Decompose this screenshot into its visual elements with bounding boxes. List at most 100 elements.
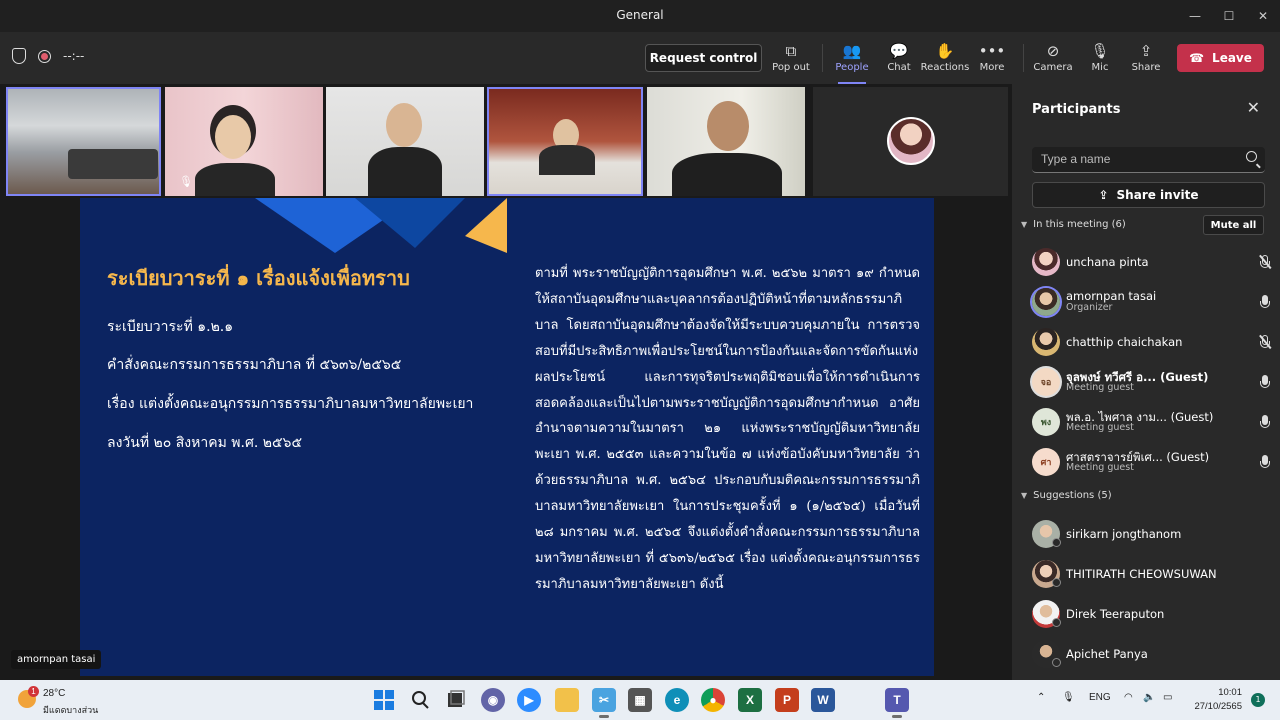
shared-slide: ระเบียบวาระที่ ๑ เรื่องแจ้งเพื่อทราบ ระเ… [80, 198, 934, 676]
start-icon[interactable] [372, 688, 396, 712]
volume-icon[interactable]: 🔈 [1143, 692, 1155, 703]
participants-panel: Participants ✕ ⇪ Share invite ▼ In this … [1011, 84, 1280, 680]
slide-title: ระเบียบวาระที่ ๑ เรื่องแจ้งเพื่อทราบ [107, 266, 410, 290]
suggestions-header[interactable]: ▼ Suggestions (5) [1021, 490, 1112, 501]
avatar-initials: จอ [1032, 368, 1060, 396]
video-tile-conference-room[interactable] [6, 87, 161, 196]
task-view-icon[interactable] [444, 688, 468, 712]
suggestion-row[interactable]: Direk Teeraputon [1032, 598, 1272, 630]
avatar [1032, 248, 1060, 276]
participant-role: Organizer [1066, 302, 1113, 313]
chat-app-icon[interactable]: ◉ [481, 688, 505, 712]
in-meeting-header[interactable]: ▼ In this meeting (6) [1021, 219, 1126, 230]
chat-icon: 💬 [889, 42, 909, 60]
meeting-toolbar: --:-- Request control ⧉ Pop out 👥 People… [0, 32, 1280, 84]
video-tile-participant[interactable]: 🎙 [165, 87, 323, 196]
window-controls: — ☐ ✕ [1178, 0, 1280, 32]
system-clock[interactable]: 10:01 27/10/2565 [1190, 686, 1242, 714]
mic-off-icon [1258, 334, 1272, 351]
leave-button[interactable]: ☎ Leave [1177, 44, 1264, 72]
edge-icon[interactable]: e [665, 688, 689, 712]
search-icon[interactable] [408, 688, 432, 712]
participant-role: Meeting guest [1066, 462, 1134, 473]
zoom-icon[interactable]: ▶ [517, 688, 541, 712]
mic-tray-icon[interactable]: 🎙 [1062, 692, 1075, 703]
presence-icon [1052, 538, 1061, 547]
participant-face [215, 115, 251, 159]
video-tile-avatar[interactable] [813, 87, 1008, 196]
word-icon[interactable]: W [811, 688, 835, 712]
suggestion-row[interactable]: THITIRATH CHEOWSUWAN [1032, 558, 1272, 590]
maximize-icon[interactable]: ☐ [1212, 0, 1246, 32]
suggestion-name: Apichet Panya [1066, 647, 1148, 661]
video-tile-participant[interactable] [647, 87, 805, 196]
mic-icon [1258, 295, 1272, 311]
slide-line: คำสั่งคณะกรรมการธรรมาภิบาล ที่ ๕๖๓๖/๒๕๖๕ [107, 357, 402, 373]
more-button[interactable]: ••• More [965, 40, 1019, 80]
participant-name: chatthip chaichakan [1066, 335, 1183, 349]
notification-badge[interactable]: 1 [1251, 693, 1265, 707]
slide-decoration [255, 198, 507, 253]
avatar-initials: ศา [1032, 448, 1060, 476]
popout-button[interactable]: ⧉ Pop out [764, 40, 818, 80]
avatar-initials: พง [1032, 408, 1060, 436]
wifi-icon[interactable]: ◠ [1124, 692, 1133, 703]
toolbar-divider [1023, 44, 1024, 72]
participant-row[interactable]: ศา ศาสตราจารย์พิเศ... (Guest) Meeting gu… [1032, 446, 1272, 478]
participant-body [368, 147, 442, 196]
popout-icon: ⧉ [785, 42, 797, 60]
camera-off-icon: ⊘ [1046, 42, 1060, 60]
search-icon[interactable] [1246, 151, 1257, 162]
file-explorer-icon[interactable] [555, 688, 579, 712]
suggestion-name: sirikarn jongthanom [1066, 527, 1182, 541]
mic-icon [1258, 455, 1272, 471]
avatar [1032, 328, 1060, 356]
excel-icon[interactable]: X [738, 688, 762, 712]
close-window-icon[interactable]: ✕ [1246, 0, 1280, 32]
share-button[interactable]: ⇪ Share [1119, 40, 1173, 80]
video-tile-participant[interactable] [326, 87, 484, 196]
slide-line: เรื่อง แต่งตั้งคณะอนุกรรมการธรรมาภิบาลมห… [107, 396, 474, 412]
suggestion-row[interactable]: Apichet Panya [1032, 638, 1272, 670]
participant-row[interactable]: unchana pinta [1032, 246, 1272, 278]
minimize-icon[interactable]: — [1178, 0, 1212, 32]
weather-badge: 1 [28, 686, 39, 697]
teams-icon[interactable]: T [885, 688, 909, 718]
reactions-button[interactable]: ✋ Reactions [918, 40, 972, 80]
mic-icon [1258, 375, 1272, 391]
snipping-tool-icon[interactable]: ✂ [592, 688, 616, 718]
title-bar: General — ☐ ✕ [0, 0, 1280, 32]
chevron-up-icon[interactable]: ⌃ [1037, 692, 1045, 703]
close-icon[interactable]: ✕ [1247, 98, 1260, 117]
participant-role: Meeting guest [1066, 422, 1134, 433]
slide-line: ระเบียบวาระที่ ๑.๒.๑ [107, 319, 234, 335]
participant-row[interactable]: amornpan tasai Organizer [1032, 286, 1272, 318]
mic-off-icon [1258, 254, 1272, 271]
powerpoint-icon[interactable]: P [775, 688, 799, 712]
participant-row[interactable]: chatthip chaichakan [1032, 326, 1272, 358]
language-indicator[interactable]: ENG [1089, 692, 1111, 703]
slide-shape [465, 198, 507, 253]
share-invite-button[interactable]: ⇪ Share invite [1032, 182, 1265, 208]
battery-icon[interactable]: ▭ [1163, 692, 1172, 703]
mute-all-button[interactable]: Mute all [1203, 215, 1264, 235]
video-tile-participant[interactable] [487, 87, 643, 196]
chrome-icon[interactable]: ● [701, 688, 725, 712]
mic-icon [1258, 415, 1272, 431]
suggestion-name: THITIRATH CHEOWSUWAN [1066, 567, 1217, 581]
camera-button[interactable]: ⊘ Camera [1026, 40, 1080, 80]
participant-row[interactable]: พง พล.อ. ไพศาล งาม... (Guest) Meeting gu… [1032, 406, 1272, 438]
people-button[interactable]: 👥 People [825, 40, 879, 84]
participant-search[interactable] [1032, 147, 1265, 173]
participant-row[interactable]: จอ จุลพงษ์ ทวีศรี อ... (Guest) Meeting g… [1032, 366, 1272, 398]
request-control-button[interactable]: Request control [645, 44, 762, 72]
slide-line: ลงวันที่ ๒๐ สิงหาคม พ.ศ. ๒๕๖๕ [107, 435, 303, 451]
toolbar-divider [822, 44, 823, 72]
suggestion-row[interactable]: sirikarn jongthanom [1032, 518, 1272, 550]
participant-body [539, 145, 595, 175]
window-title: General [616, 8, 664, 22]
calculator-icon[interactable]: ▦ [628, 688, 652, 712]
search-input[interactable] [1041, 152, 1231, 166]
share-icon: ⇪ [1139, 42, 1153, 60]
meeting-stage: 🎙 ระเบียบวาระที่ ๑ เรื่องแจ้งเพื่อทราบ ร… [0, 84, 1011, 680]
